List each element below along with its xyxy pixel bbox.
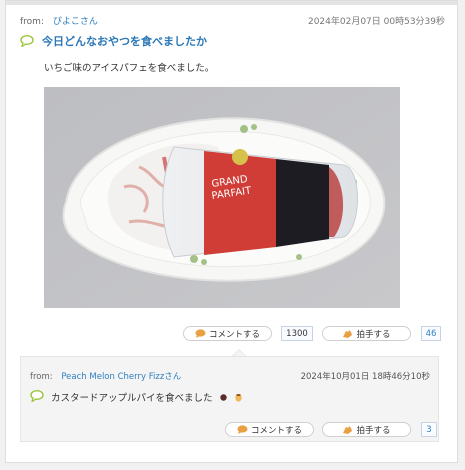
reply-author-link[interactable]: Peach Melon Cherry Fizzさん [61,372,181,382]
card-top-border [6,1,457,5]
post-body: いちご味のアイスパフェを食べました。 [44,63,215,74]
reply-meta: from: Peach Melon Cherry Fizzさん 2024年10月… [30,370,430,382]
post-timestamp: 2024年02月07日 00時53分39秒 [307,17,445,27]
clap-label: 拍手する [356,329,391,340]
reply-timestamp: 2024年10月01日 18時46分10秒 [300,372,430,382]
post-meta: from: ぴよこさん 2024年02月07日 00時53分39秒 [20,14,445,28]
reply-notch-inner [233,350,245,356]
parfait-photo-illustration: GRAND PARFAIT [44,87,400,308]
reply-body: カスタードアップルパイを食べました [51,390,243,404]
comment-label: コメントする [208,329,260,340]
reply-clap-button[interactable]: 拍手する [322,422,411,437]
comment-icon [237,425,248,434]
clap-count: 46 [421,326,441,341]
clap-icon [343,330,353,338]
post-photo[interactable]: GRAND PARFAIT [44,87,400,308]
from-label: from: [20,17,44,27]
reply-comment-label: コメントする [250,425,302,436]
reply-body-text: カスタードアップルパイを食べました [51,393,213,404]
reply-clap-label: 拍手する [356,425,391,436]
speech-bubble-icon [20,35,34,47]
reply-comment-button[interactable]: コメントする [225,422,314,437]
reply-clap-count: 3 [421,422,437,437]
comment-icon [195,329,206,338]
clap-icon [343,426,353,434]
reply-from-label: from: [30,372,53,382]
comment-button[interactable]: コメントする [183,326,272,341]
pudding-emoji-icon [234,394,242,402]
comment-count: 1300 [281,326,313,341]
speech-bubble-icon [30,390,44,402]
clap-button[interactable]: 拍手する [322,326,411,341]
chocolate-emoji-icon [219,394,227,401]
author-link[interactable]: ぴよこさん [53,17,98,27]
post-title[interactable]: 今日どんなおやつを食べましたか [42,33,207,49]
